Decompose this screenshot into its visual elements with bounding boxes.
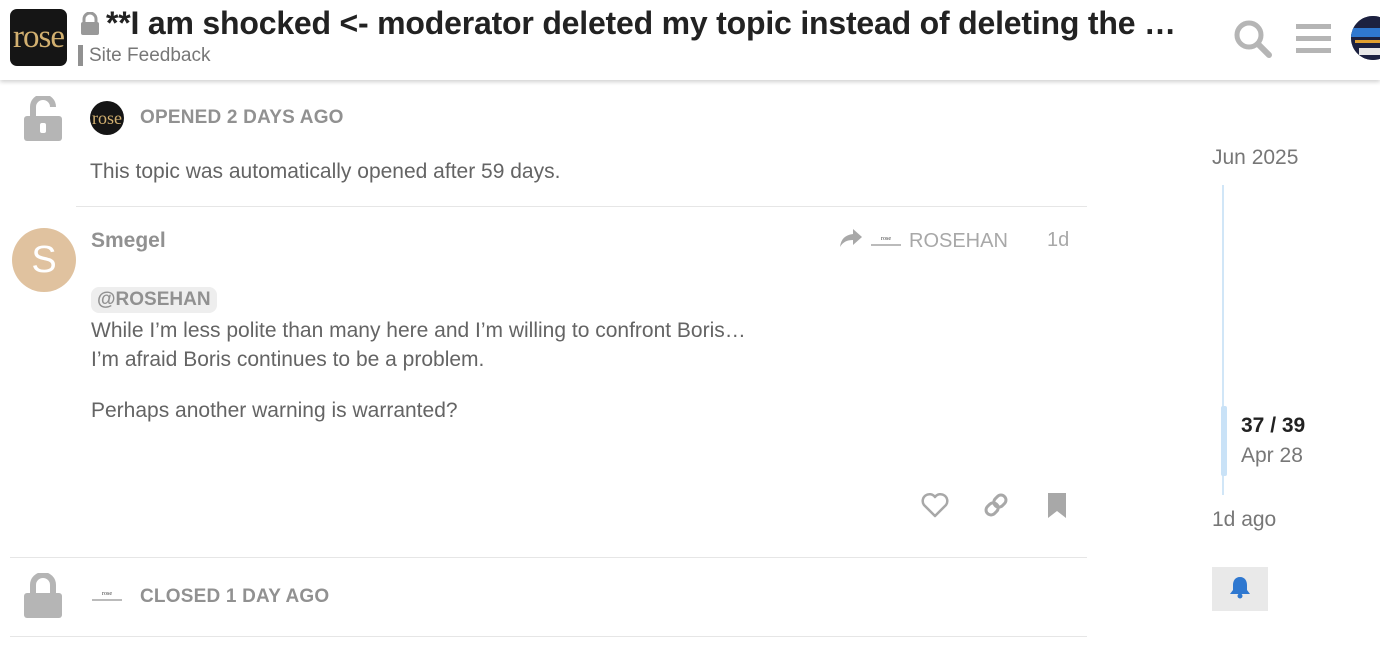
site-logo-text: rose (13, 19, 65, 55)
bell-icon (1228, 575, 1252, 604)
post-date[interactable]: 1d (1047, 229, 1069, 252)
closed-action-label: CLOSED 1 DAY AGO (140, 586, 330, 607)
site-logo[interactable]: rose (10, 9, 67, 66)
mention-link[interactable]: @ROSEHAN (91, 287, 217, 313)
share-arrow-icon (839, 228, 863, 254)
bookmark-icon[interactable] (1046, 492, 1068, 525)
post-body-line: While I’m less polite than many here and… (91, 319, 746, 342)
moderator-avatar[interactable]: rose (92, 590, 122, 602)
reply-to-tab[interactable]: rose ROSEHAN (839, 228, 1008, 254)
heart-icon[interactable] (921, 492, 949, 523)
avatar-text: rose (102, 591, 112, 597)
timeline-post-count: 37 / 39 (1241, 414, 1306, 437)
search-icon[interactable] (1232, 18, 1274, 65)
timeline-current-date: Apr 28 (1241, 444, 1303, 467)
post-divider (10, 557, 1087, 558)
timeline-end-date[interactable]: 1d ago (1212, 508, 1276, 532)
hamburger-menu-icon[interactable] (1296, 22, 1332, 59)
site-header: rose **I am shocked <- moderator deleted… (0, 0, 1380, 80)
post-username[interactable]: Smegel (91, 229, 166, 253)
post-divider (76, 206, 1087, 207)
lock-icon (23, 572, 63, 624)
user-avatar[interactable] (1351, 16, 1380, 60)
link-icon[interactable] (982, 491, 1010, 524)
post-body-line: Perhaps another warning is warranted? (91, 399, 458, 422)
notification-button[interactable] (1212, 567, 1268, 611)
opened-action-label: OPENED 2 DAYS AGO (140, 107, 344, 128)
post-body-line: I’m afraid Boris continues to be a probl… (91, 348, 485, 371)
reply-to-avatar: rose (871, 235, 901, 247)
category-badge[interactable]: Site Feedback (78, 45, 210, 66)
reply-to-avatar-text: rose (881, 236, 891, 242)
unlock-icon (23, 94, 63, 147)
opened-action-description: This topic was automatically opened afte… (90, 160, 561, 183)
lock-icon (79, 11, 101, 41)
avatar[interactable]: S (12, 228, 76, 292)
topic-title[interactable]: **I am shocked <- moderator deleted my t… (106, 5, 1186, 42)
post-divider (10, 636, 1087, 637)
avatar-letter: S (31, 238, 57, 281)
timeline-handle[interactable] (1221, 406, 1227, 476)
timeline-start-date[interactable]: Jun 2025 (1212, 146, 1298, 170)
reply-to-username: ROSEHAN (909, 229, 1008, 252)
avatar-text: rose (92, 107, 122, 128)
moderator-avatar[interactable]: rose (90, 101, 124, 135)
